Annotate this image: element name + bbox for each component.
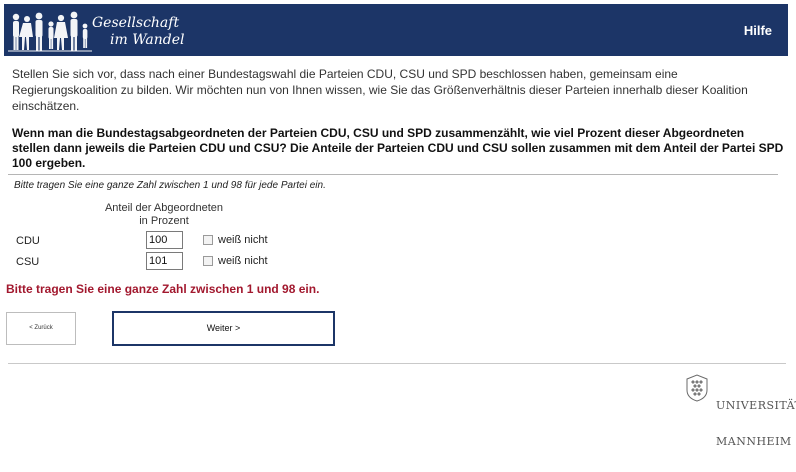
row-label-csu: CSU	[16, 256, 40, 268]
divider	[8, 174, 778, 175]
project-logo: Gesellschaft im Wandel	[4, 4, 204, 56]
row-label-cdu: CDU	[16, 235, 40, 247]
cdu-percent-input[interactable]	[146, 231, 183, 249]
validation-error-message: Bitte tragen Sie eine ganze Zahl zwische…	[6, 282, 320, 296]
survey-header: Gesellschaft im Wandel Hilfe	[4, 4, 788, 56]
logo-line-2: im Wandel	[110, 32, 185, 48]
question-text: Wenn man die Bundestagsabgeordneten der …	[12, 126, 784, 170]
university-name: UNIVERSITÄT MANNHEIM	[716, 376, 796, 472]
logo-line-1: Gesellschaft	[92, 15, 180, 31]
csu-dont-know-checkbox[interactable]	[203, 256, 213, 266]
university-name-line-1: UNIVERSITÄT	[716, 399, 796, 412]
column-header-line-2: in Prozent	[139, 215, 189, 227]
column-header: Anteil der Abgeordneten in Prozent	[100, 202, 228, 228]
footer-divider	[8, 363, 786, 364]
university-name-line-2: MANNHEIM	[716, 435, 792, 448]
csu-dont-know-label[interactable]: weiß nicht	[218, 255, 268, 267]
column-header-line-1: Anteil der Abgeordneten	[104, 202, 224, 214]
intro-text: Stellen Sie sich vor, dass nach einer Bu…	[12, 67, 748, 113]
back-button[interactable]: < Zurück	[6, 312, 76, 345]
next-button[interactable]: Weiter >	[112, 311, 335, 346]
instruction-text: Bitte tragen Sie eine ganze Zahl zwische…	[14, 180, 326, 191]
csu-percent-input[interactable]	[146, 252, 183, 270]
cdu-dont-know-label[interactable]: weiß nicht	[218, 234, 268, 246]
people-silhouettes-icon	[8, 11, 92, 52]
cdu-dont-know-checkbox[interactable]	[203, 235, 213, 245]
university-logo: UNIVERSITÄT MANNHEIM	[682, 373, 796, 448]
help-link[interactable]: Hilfe	[744, 23, 772, 38]
project-logo-text: Gesellschaft im Wandel	[92, 15, 184, 49]
university-crest-icon	[686, 374, 708, 402]
